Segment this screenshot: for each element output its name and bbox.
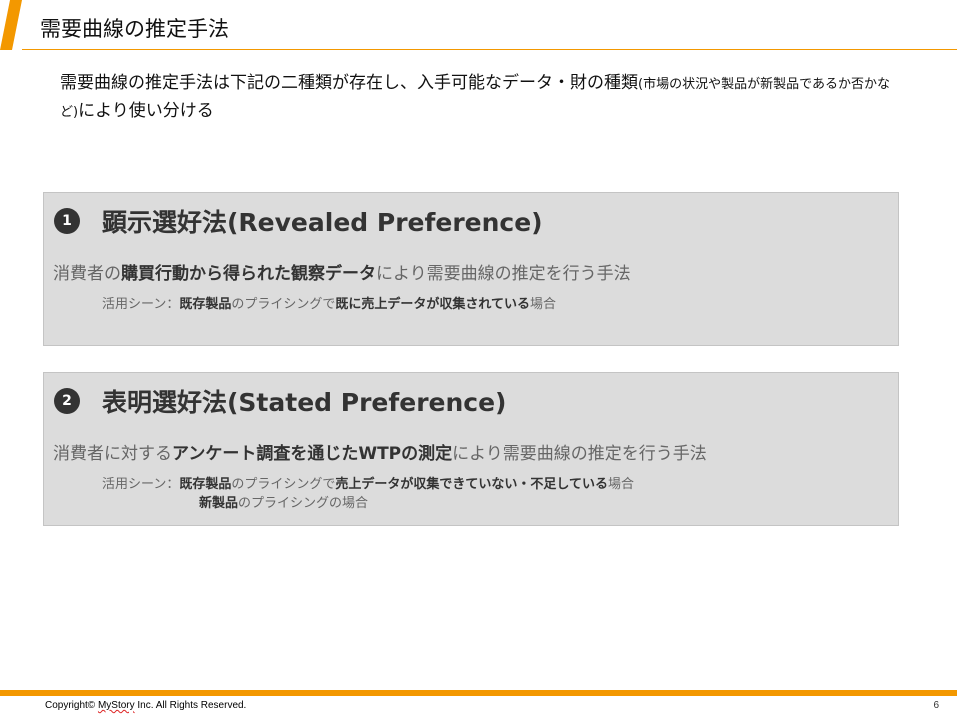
method-title: 顕示選好法(Revealed Preference) (102, 208, 543, 237)
accent-bar (0, 0, 22, 50)
page-number: 6 (933, 700, 939, 711)
use-label: 活用シーン： (102, 297, 180, 312)
page-title: 需要曲線の推定手法 (40, 17, 229, 41)
desc-text: 消費者に対する (53, 444, 172, 464)
copyright-suffix: Inc. All Rights Reserved. (134, 700, 247, 711)
intro-end: により使い分ける (78, 101, 214, 121)
desc-emphasis: アンケート調査を通じたWTPの測定 (172, 444, 453, 464)
use-emphasis: 新製品 (199, 496, 239, 511)
method-card-revealed: 1 顕示選好法(Revealed Preference) 消費者の購買行動から得… (43, 192, 899, 346)
footer-bar (0, 690, 957, 696)
desc-text: により需要曲線の推定を行う手法 (376, 264, 631, 284)
copyright-prefix: Copyright© (45, 700, 98, 711)
use-line-1: 活用シーン：既存製品のプライシングで売上データが収集できていない・不足している場… (102, 475, 634, 494)
use-text: のプライシングで (231, 297, 336, 312)
desc-text: により需要曲線の推定を行う手法 (452, 444, 707, 464)
method-title: 表明選好法(Stated Preference) (102, 388, 507, 417)
accent-shape (0, 0, 22, 50)
number-badge: 2 (54, 388, 80, 414)
use-case: 活用シーン：既存製品のプライシングで既に売上データが収集されている場合 (102, 295, 556, 314)
use-emphasis: 既存製品 (179, 297, 232, 312)
use-text: のプライシングの場合 (238, 496, 369, 511)
card-header: 2 表明選好法(Stated Preference) (54, 383, 506, 419)
method-card-stated: 2 表明選好法(Stated Preference) 消費者に対するアンケート調… (43, 372, 899, 526)
use-emphasis: 既存製品 (179, 477, 232, 492)
number-badge: 1 (54, 208, 80, 234)
desc-text: 消費者の (53, 264, 121, 284)
title-rule (22, 49, 957, 50)
desc-emphasis: 購買行動から得られた観察データ (121, 264, 376, 284)
use-text: のプライシングで (231, 477, 336, 492)
use-line-2: 新製品のプライシングの場合 (102, 494, 634, 513)
intro-text: 需要曲線の推定手法は下記の二種類が存在し、入手可能なデータ・財の種類(市場の状況… (60, 70, 900, 126)
use-emphasis: 既に売上データが収集されている (335, 297, 531, 312)
use-text: 場合 (530, 297, 557, 312)
card-header: 1 顕示選好法(Revealed Preference) (54, 203, 543, 239)
company-name: MyStory (97, 700, 135, 711)
use-text: 場合 (608, 477, 635, 492)
use-label: 活用シーン： (102, 477, 180, 492)
use-case: 活用シーン：既存製品のプライシングで売上データが収集できていない・不足している場… (102, 475, 634, 513)
method-description: 消費者に対するアンケート調査を通じたWTPの測定により需要曲線の推定を行う手法 (53, 439, 707, 464)
intro-main: 需要曲線の推定手法は下記の二種類が存在し、入手可能なデータ・財の種類 (60, 73, 638, 93)
use-emphasis: 売上データが収集できていない・不足している (335, 477, 609, 492)
method-description: 消費者の購買行動から得られた観察データにより需要曲線の推定を行う手法 (53, 259, 631, 284)
copyright-text: Copyright© MyStory Inc. All Rights Reser… (45, 700, 246, 711)
